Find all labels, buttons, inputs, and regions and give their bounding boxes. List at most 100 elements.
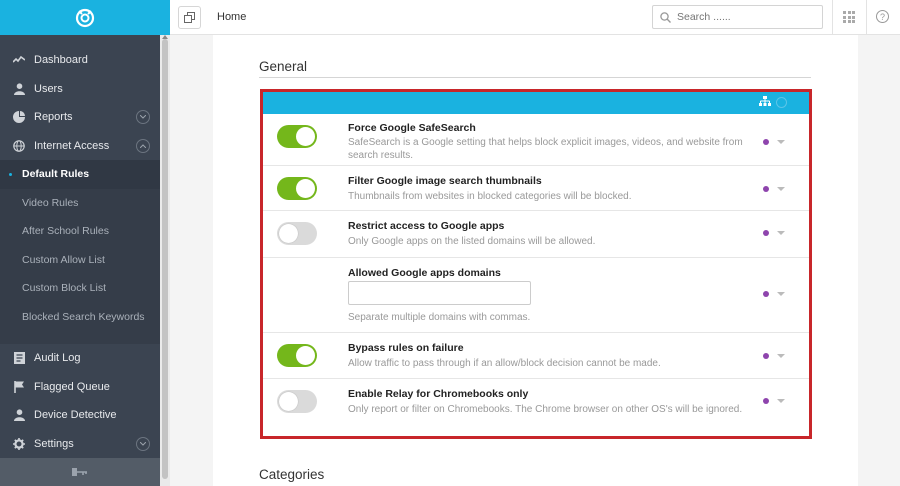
thumbnails-toggle[interactable] (277, 177, 317, 200)
chevron-down-icon[interactable] (136, 436, 150, 451)
status-dot (763, 398, 769, 404)
sidebar-collapse-button[interactable] (0, 458, 160, 486)
activity-icon (12, 53, 26, 67)
setting-title: Enable Relay for Chromebooks only (348, 388, 529, 400)
toggle-knob (296, 127, 315, 146)
sidebar-subitem-label: Default Rules (22, 168, 90, 181)
safesearch-toggle[interactable] (277, 125, 317, 148)
chevron-down-icon[interactable] (777, 140, 785, 144)
chevron-down-icon[interactable] (777, 292, 785, 296)
sidebar-subitem-blocked-search-keywords[interactable]: Blocked Search Keywords (0, 302, 160, 331)
user-icon (12, 82, 26, 96)
sidebar-item-label: Reports (34, 111, 73, 124)
flag-icon (12, 380, 26, 394)
sidebar-scrollbar[interactable] (160, 35, 170, 486)
user-icon (12, 408, 26, 422)
pie-chart-icon (12, 110, 26, 124)
setting-title: Bypass rules on failure (348, 342, 464, 354)
section-title-categories: Categories (259, 467, 325, 482)
sidebar-subitem-custom-block-list[interactable]: Custom Block List (0, 274, 160, 303)
main-content: General Force Google SafeSearch SafeSear… (213, 35, 858, 486)
toggle-knob (279, 392, 298, 411)
panel-header (263, 92, 809, 114)
sidebar-item-reports[interactable]: Reports (0, 103, 160, 132)
section-title: General (259, 59, 308, 74)
chevron-down-icon[interactable] (777, 354, 785, 358)
sidebar-item-users[interactable]: Users (0, 75, 160, 104)
help-icon[interactable]: ? (876, 10, 889, 23)
sidebar-nav: Dashboard Users Reports Internet Access (0, 46, 160, 458)
status-dot (763, 353, 769, 359)
setting-row-bypass-rules: Bypass rules on failure Allow traffic to… (263, 333, 809, 379)
chevron-down-icon[interactable] (777, 231, 785, 235)
setting-row-filter-thumbnails: Filter Google image search thumbnails Th… (263, 166, 809, 211)
sidebar-subitem-label: Video Rules (22, 196, 79, 209)
app-logo-icon[interactable] (74, 7, 96, 29)
setting-row-restrict-google-apps: Restrict access to Google apps Only Goog… (263, 211, 809, 258)
copy-icon (184, 12, 195, 23)
logo-bar (0, 0, 170, 35)
sidebar-subitem-label: Blocked Search Keywords (22, 310, 145, 323)
sidebar-item-label: Users (34, 82, 63, 95)
search-box[interactable] (652, 5, 823, 29)
allowed-domains-input[interactable] (348, 281, 531, 305)
chevron-down-icon[interactable] (136, 110, 150, 125)
sidebar-item-audit-log[interactable]: Audit Log (0, 344, 160, 373)
setting-row-allowed-domains: Allowed Google apps domains Separate mul… (263, 258, 809, 333)
sidebar-item-flagged-queue[interactable]: Flagged Queue (0, 373, 160, 402)
sidebar-subitem-video-rules[interactable]: Video Rules (0, 188, 160, 217)
info-circle-icon[interactable] (776, 97, 787, 108)
sidebar-subitem-custom-allow-list[interactable]: Custom Allow List (0, 245, 160, 274)
toggle-knob (296, 346, 315, 365)
setting-description: Thumbnails from websites in blocked cate… (348, 191, 632, 202)
setting-title: Filter Google image search thumbnails (348, 175, 542, 187)
sidebar-subitem-default-rules[interactable]: Default Rules (0, 160, 160, 189)
sidebar-item-dashboard[interactable]: Dashboard (0, 46, 160, 75)
section-divider (259, 77, 811, 78)
chevron-up-icon[interactable] (136, 138, 150, 153)
hierarchy-icon[interactable] (759, 96, 771, 107)
search-input[interactable] (677, 11, 807, 23)
sidebar-item-label: Audit Log (34, 352, 81, 365)
status-dot (763, 139, 769, 145)
scrollbar-thumb[interactable] (162, 39, 168, 479)
setting-description: SafeSearch is a Google setting that help… (348, 137, 743, 161)
settings-panel: Force Google SafeSearch SafeSearch is a … (260, 89, 812, 439)
status-dot (763, 186, 769, 192)
setting-title: Force Google SafeSearch (348, 122, 476, 134)
toggle-panel-button[interactable] (178, 6, 201, 29)
topbar-divider (832, 0, 833, 35)
status-dot (763, 230, 769, 236)
status-dot (763, 291, 769, 297)
key-icon (72, 468, 87, 476)
restrict-apps-toggle[interactable] (277, 222, 317, 245)
setting-title: Restrict access to Google apps (348, 220, 505, 232)
sidebar-item-settings[interactable]: Settings (0, 430, 160, 459)
sidebar-item-label: Flagged Queue (34, 380, 110, 393)
globe-icon (12, 139, 26, 153)
sidebar-item-internet-access[interactable]: Internet Access (0, 132, 160, 161)
chromebook-relay-toggle[interactable] (277, 390, 317, 413)
setting-description: Only Google apps on the listed domains w… (348, 236, 596, 247)
sidebar-subitem-label: Custom Block List (22, 282, 107, 295)
sidebar-subitem-after-school-rules[interactable]: After School Rules (0, 217, 160, 246)
topbar-divider (866, 0, 867, 35)
breadcrumb[interactable]: Home (217, 11, 246, 23)
sidebar-subitem-label: Custom Allow List (22, 253, 105, 266)
chevron-down-icon[interactable] (777, 399, 785, 403)
search-icon (660, 11, 671, 23)
setting-title: Allowed Google apps domains (348, 267, 501, 279)
sidebar-item-label: Internet Access (34, 139, 110, 152)
sidebar-divider (0, 331, 160, 344)
log-icon (12, 351, 26, 365)
toggle-knob (279, 224, 298, 243)
sidebar-subitem-label: After School Rules (22, 225, 109, 238)
apps-grid-icon[interactable] (843, 11, 855, 23)
sidebar-item-label: Dashboard (34, 54, 88, 67)
sidebar: Dashboard Users Reports Internet Access (0, 0, 170, 486)
bypass-rules-toggle[interactable] (277, 344, 317, 367)
gear-icon (12, 437, 26, 451)
sidebar-item-label: Device Detective (34, 409, 117, 422)
chevron-down-icon[interactable] (777, 187, 785, 191)
sidebar-item-device-detective[interactable]: Device Detective (0, 401, 160, 430)
